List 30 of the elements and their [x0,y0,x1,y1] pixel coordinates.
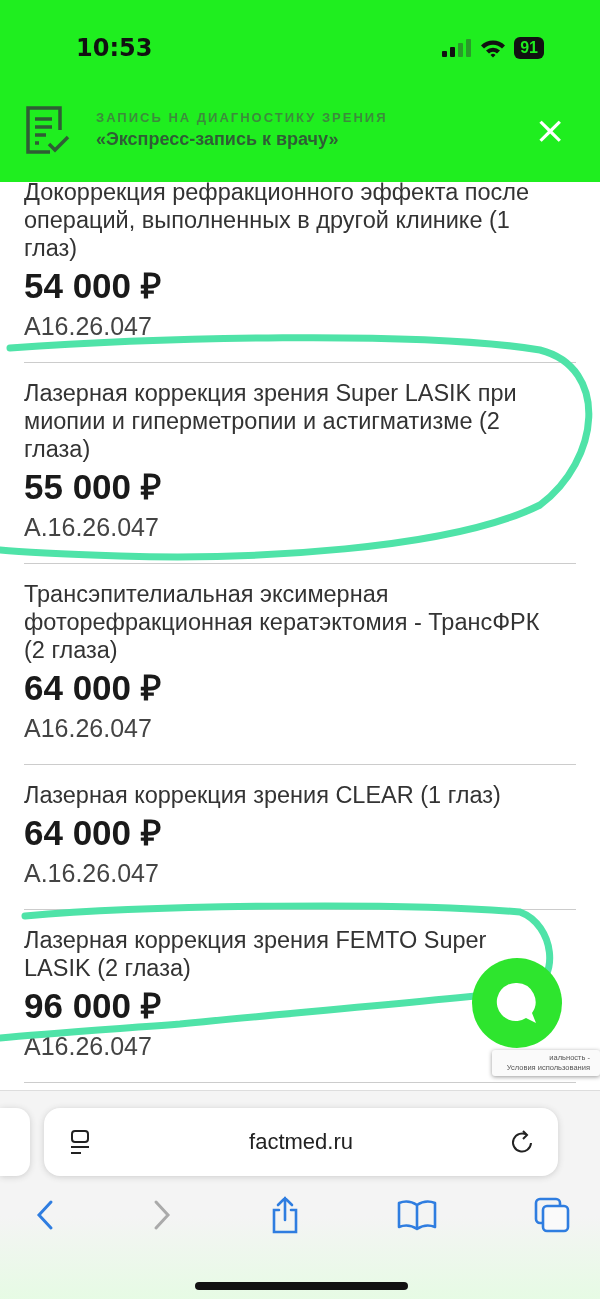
wifi-icon [480,38,507,58]
tabs-icon[interactable] [534,1197,570,1233]
signal-icon [442,39,473,57]
service-code: A16.26.047 [24,1031,152,1062]
address-bar[interactable]: factmed.ru [44,1108,558,1176]
back-icon[interactable] [35,1199,55,1231]
service-code: A16.26.047 [24,713,152,744]
banner-title[interactable]: «Экспресс-запись к врачу» [96,129,499,150]
service-name: Докоррекция рефракционного эффекта после операций, выполненных в другой клинике (1 глаз) [24,182,531,262]
service-code: A16.26.047 [24,311,152,342]
url-text: factmed.ru [249,1129,353,1155]
service-name: Лазерная коррекция зрения CLEAR (1 глаз) [24,781,502,809]
chat-bubble-icon [496,981,538,1025]
banner-caption: ЗАПИСЬ НА ДИАГНОСТИКУ ЗРЕНИЯ [96,110,389,125]
service-price: 64 000 ₽ [24,812,161,854]
reload-icon[interactable] [510,1129,534,1155]
checklist-document-icon [24,106,70,154]
status-time: 10:53 [76,34,153,62]
service-code: A.16.26.047 [24,512,159,543]
reader-icon [68,1129,92,1155]
service-price: 96 000 ₽ [24,985,161,1027]
service-price: 55 000 ₽ [24,466,161,508]
service-price: 64 000 ₽ [24,667,161,709]
service-name: Лазерная коррекция зрения FEMTO Super LASIK (2 глаза) [24,926,488,982]
service-price: 54 000 ₽ [24,265,161,307]
battery-level: 91 [514,37,544,59]
book-icon[interactable] [397,1199,438,1231]
service-code: A.16.26.047 [24,858,159,889]
service-name: Трансэпителиальная эксимерная фоторефракционная кератэктомия - ТрансФРК (2 глаза) [24,580,541,664]
service-name: Лазерная коррекция зрения Super LASIK при миопии и гиперметропии и астигматизме (2 глаза) [24,379,518,463]
